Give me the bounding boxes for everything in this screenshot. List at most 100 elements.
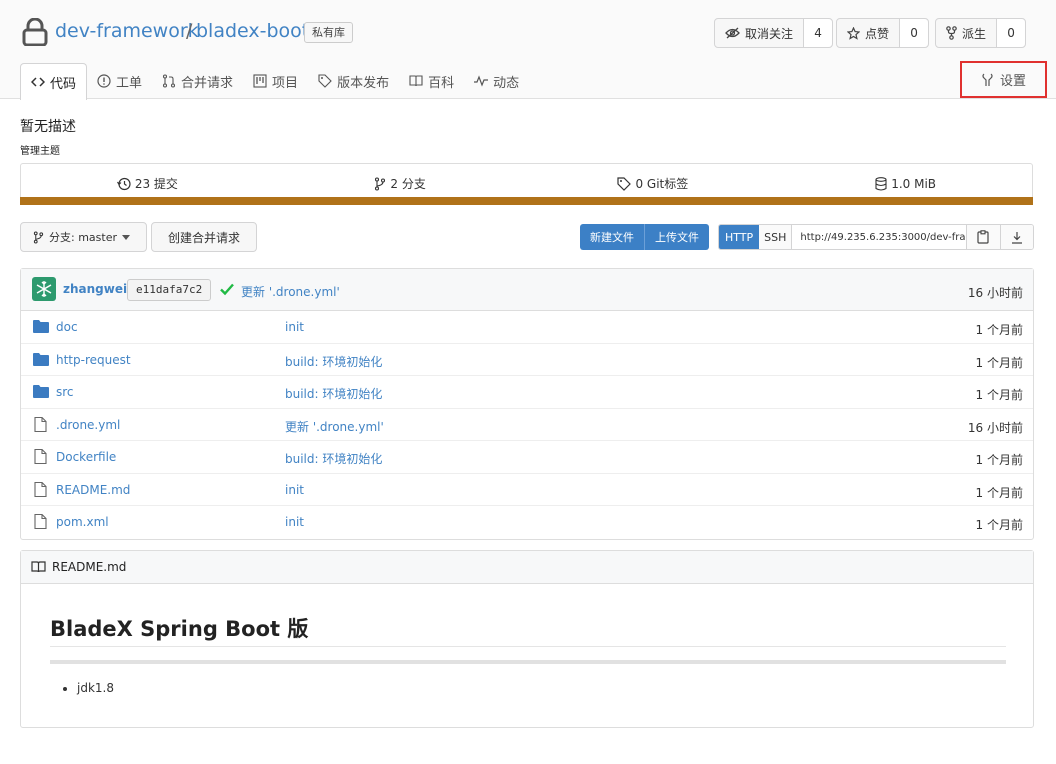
commit-message-link[interactable]: 更新 '.drone.yml'	[241, 283, 340, 300]
commit-sha-button[interactable]: e11dafa7c2	[127, 279, 212, 301]
file-commit-link[interactable]: build: 环境初始化	[285, 450, 382, 467]
readme-divider	[50, 646, 1006, 647]
tab-activity-label: 动态	[493, 75, 520, 91]
file-icon	[34, 514, 47, 529]
file-time: 1 个月前	[975, 355, 1023, 370]
file-commit-link[interactable]: init	[285, 483, 304, 497]
file-row-drone-yml[interactable]: .drone.yml 更新 '.drone.yml' 16 小时前	[21, 409, 1033, 441]
commit-time: 16 小时前	[967, 286, 1023, 300]
repo-owner-link[interactable]: dev-framework	[55, 20, 199, 42]
star-button[interactable]: 点赞 0	[836, 18, 930, 48]
pulse-icon	[474, 75, 489, 87]
file-commit-link[interactable]: init	[285, 515, 304, 529]
clone-url-input[interactable]: http://49.235.6.235:3000/dev-framework/b…	[792, 225, 967, 249]
size-stat-label: 1.0 MiB	[891, 176, 937, 191]
branch-selector-label: 分支: master	[49, 231, 117, 244]
watch-count[interactable]: 4	[804, 19, 833, 47]
tab-code[interactable]: 代码	[20, 63, 88, 100]
tab-code-label: 代码	[50, 76, 77, 92]
readme-panel: README.md BladeX Spring Boot 版 jdk1.8	[20, 550, 1034, 728]
tab-releases-label: 版本发布	[337, 75, 390, 91]
file-time: 1 个月前	[975, 518, 1023, 532]
readme-filename: README.md	[52, 560, 127, 574]
check-icon	[220, 283, 234, 296]
file-row-dockerfile[interactable]: Dockerfile build: 环境初始化 1 个月前	[21, 441, 1033, 474]
tools-icon	[982, 73, 993, 86]
repo-tabs: 代码 工单 合并请求 项目 版本发布 百科 动态	[20, 63, 529, 100]
branch-selector[interactable]: 分支: master	[20, 222, 147, 252]
tab-projects-label: 项目	[272, 75, 299, 91]
star-icon	[847, 26, 860, 40]
file-name-link[interactable]: pom.xml	[56, 515, 109, 529]
file-row-doc[interactable]: doc init 1 个月前	[21, 311, 1033, 344]
file-name-link[interactable]: Dockerfile	[56, 450, 116, 464]
unwatch-button[interactable]: 取消关注 4	[714, 18, 834, 48]
fork-button[interactable]: 派生 0	[935, 18, 1027, 48]
file-row-http-request[interactable]: http-request build: 环境初始化 1 个月前	[21, 344, 1033, 376]
new-file-button[interactable]: 新建文件	[580, 224, 644, 250]
tag-icon	[617, 176, 632, 191]
readme-title: BladeX Spring Boot 版	[50, 617, 309, 641]
tab-releases[interactable]: 版本发布	[308, 63, 399, 99]
file-commit-link[interactable]: build: 环境初始化	[285, 353, 382, 370]
repo-name-link[interactable]: bladex-boot	[196, 20, 309, 42]
commit-author-link[interactable]: zhangwei	[63, 282, 127, 296]
manage-topics-link[interactable]: 管理主题	[20, 142, 60, 157]
tab-wiki-label: 百科	[428, 75, 455, 91]
clipboard-icon	[977, 230, 989, 244]
file-time: 1 个月前	[975, 388, 1023, 402]
clone-panel: HTTP SSH http://49.235.6.235:3000/dev-fr…	[718, 224, 1034, 250]
tab-activity[interactable]: 动态	[464, 63, 529, 99]
star-count[interactable]: 0	[900, 19, 929, 47]
language-bar[interactable]	[20, 197, 1033, 205]
tags-stat-label: 0 Git标签	[635, 177, 689, 191]
copy-url-button[interactable]	[966, 225, 1000, 249]
download-button[interactable]	[999, 225, 1033, 249]
file-time: 16 小时前	[967, 420, 1023, 435]
avatar[interactable]	[32, 277, 56, 301]
clone-http-button[interactable]: HTTP	[719, 225, 760, 249]
book-icon	[409, 75, 423, 87]
lock-icon	[22, 18, 48, 46]
issue-icon	[97, 74, 111, 88]
file-name-link[interactable]: doc	[56, 320, 78, 334]
unwatch-label: 取消关注	[745, 26, 794, 41]
commits-stat-label: 23 提交	[134, 177, 178, 191]
latest-commit-row: zhangwei e11dafa7c2 更新 '.drone.yml' 16 小…	[21, 269, 1033, 311]
star-label: 点赞	[865, 26, 890, 41]
readme-header: README.md	[21, 551, 1033, 584]
private-badge: 私有库	[304, 22, 353, 43]
file-row-readme[interactable]: README.md init 1 个月前	[21, 474, 1033, 506]
file-commit-link[interactable]: build: 环境初始化	[285, 385, 382, 402]
repo-description: 暂无描述	[20, 119, 76, 135]
tab-wiki[interactable]: 百科	[399, 63, 464, 99]
branch-icon	[375, 176, 386, 191]
snowflake-icon	[36, 281, 52, 297]
tab-pull-requests[interactable]: 合并请求	[152, 63, 243, 99]
file-icon	[34, 481, 47, 497]
fork-label: 派生	[962, 26, 987, 41]
file-name-link[interactable]: src	[56, 385, 74, 399]
file-commit-link[interactable]: 更新 '.drone.yml'	[285, 418, 384, 435]
tab-settings[interactable]: 设置	[960, 61, 1047, 98]
clone-ssh-button[interactable]: SSH	[759, 225, 793, 249]
file-row-pom[interactable]: pom.xml init 1 个月前	[21, 506, 1033, 539]
readme-rule	[50, 660, 1006, 664]
file-name-link[interactable]: README.md	[56, 483, 130, 497]
download-icon	[1011, 231, 1022, 244]
fork-count[interactable]: 0	[997, 19, 1026, 47]
tab-settings-label: 设置	[999, 74, 1026, 89]
file-actions: 新建文件 上传文件	[580, 224, 709, 250]
upload-file-button[interactable]: 上传文件	[644, 224, 709, 250]
file-commit-link[interactable]: init	[285, 320, 304, 334]
file-name-link[interactable]: http-request	[56, 353, 131, 367]
tab-issues[interactable]: 工单	[87, 63, 152, 99]
file-name-link[interactable]: .drone.yml	[56, 418, 120, 432]
file-time: 1 个月前	[975, 485, 1023, 500]
book-icon	[31, 561, 46, 573]
file-row-src[interactable]: src build: 环境初始化 1 个月前	[21, 376, 1033, 409]
file-table: zhangwei e11dafa7c2 更新 '.drone.yml' 16 小…	[20, 268, 1034, 540]
create-pull-request-button[interactable]: 创建合并请求	[151, 222, 257, 252]
fork-icon	[946, 26, 957, 40]
tab-projects[interactable]: 项目	[243, 63, 308, 99]
